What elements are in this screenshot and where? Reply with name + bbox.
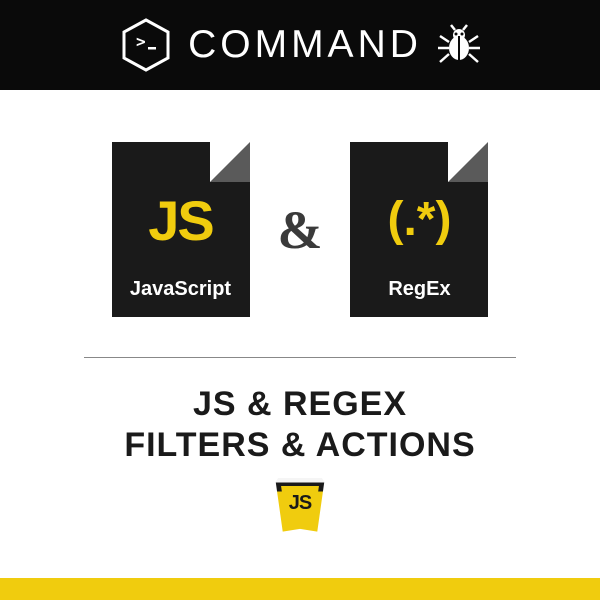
heading-line-2: FILTERS & ACTIONS bbox=[124, 425, 475, 466]
divider-line bbox=[84, 357, 516, 358]
heading-line-1: JS & REGEX bbox=[124, 384, 475, 425]
main-heading: JS & REGEX FILTERS & ACTIONS bbox=[124, 384, 475, 466]
js-shield-text: JS bbox=[289, 492, 311, 515]
regex-file-icon: (.*) RegEx bbox=[350, 142, 488, 317]
js-file-icon: JS JavaScript bbox=[112, 142, 250, 317]
regex-symbol: (.*) bbox=[350, 192, 488, 247]
header-bar: > COMMAND bbox=[0, 0, 600, 90]
bottom-accent-bar bbox=[0, 578, 600, 600]
header-title: COMMAND bbox=[188, 23, 422, 67]
js-label: JavaScript bbox=[112, 278, 250, 301]
icons-row: JS JavaScript & (.*) RegEx bbox=[112, 142, 489, 317]
js-shield-icon: JS bbox=[273, 478, 327, 532]
svg-text:>: > bbox=[136, 32, 146, 51]
ampersand-text: & bbox=[278, 199, 323, 261]
logo-hex-icon: > bbox=[118, 17, 174, 73]
bug-icon bbox=[436, 22, 482, 68]
regex-label: RegEx bbox=[350, 278, 488, 301]
js-abbrev: JS bbox=[112, 188, 250, 253]
main-content: JS JavaScript & (.*) RegEx JS & REGEX FI… bbox=[0, 90, 600, 532]
